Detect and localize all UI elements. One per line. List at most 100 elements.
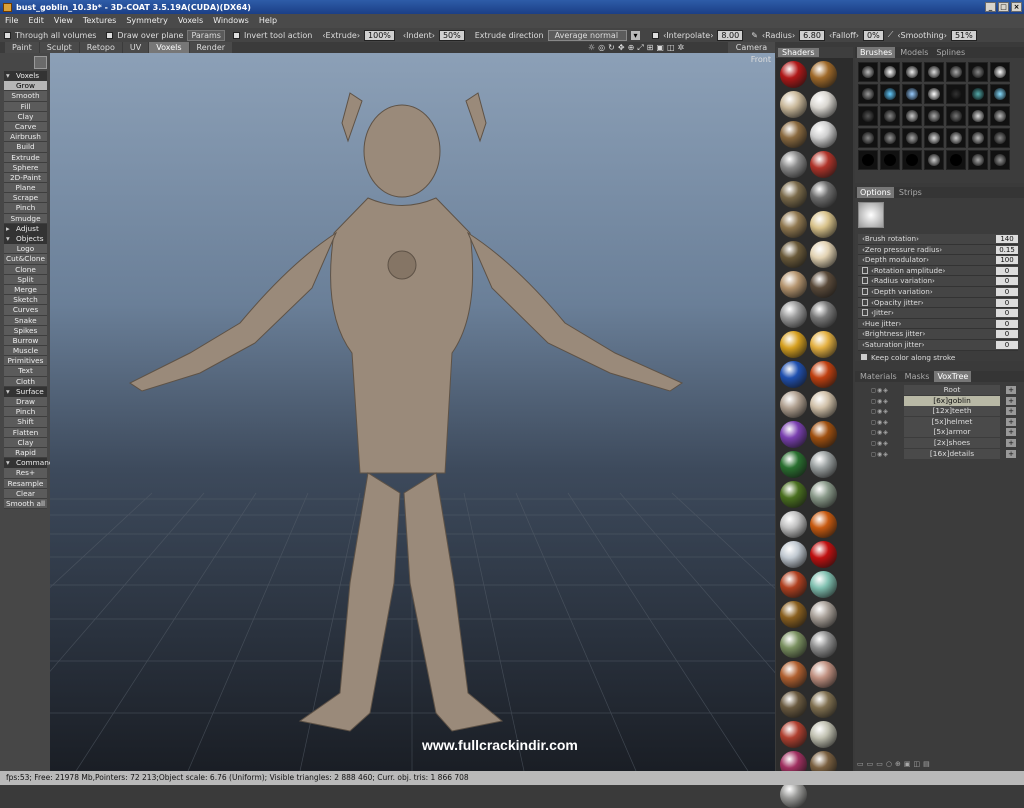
grid-icon[interactable]: ⊞	[647, 42, 654, 53]
camera-menu[interactable]: Camera	[728, 42, 775, 53]
option-value[interactable]: 0	[996, 298, 1018, 307]
brush-alpha[interactable]	[880, 150, 900, 170]
section-voxels[interactable]: Voxels	[4, 71, 47, 82]
light-icon[interactable]: ◎	[598, 42, 605, 53]
brush-alpha[interactable]	[946, 84, 966, 104]
add-volume-button[interactable]: +	[1006, 386, 1016, 394]
sun-icon[interactable]: ☼	[588, 42, 595, 53]
extrude-value[interactable]: 100%	[364, 29, 395, 41]
voxtree-node[interactable]: ◻◉◈ [16x]details +	[858, 448, 1022, 460]
brush-alpha[interactable]	[990, 84, 1010, 104]
invert-tool-action-checkbox[interactable]	[232, 31, 240, 39]
shader-swatch[interactable]	[810, 121, 837, 148]
tab-masks[interactable]: Masks	[902, 371, 933, 382]
option-value[interactable]: 0.15	[996, 245, 1018, 254]
tool-text[interactable]: Text	[4, 366, 47, 377]
brush-alpha[interactable]	[968, 84, 988, 104]
shader-swatch[interactable]	[810, 211, 837, 238]
tool-sketch[interactable]: Sketch	[4, 295, 47, 306]
lock-icon[interactable]	[862, 298, 868, 306]
shader-swatch[interactable]	[810, 421, 837, 448]
wire-icon[interactable]: ◫	[667, 42, 675, 53]
menu-view[interactable]: View	[54, 16, 73, 28]
add-volume-button[interactable]: +	[1006, 449, 1016, 458]
shader-swatch[interactable]	[780, 391, 807, 418]
lock-icon[interactable]	[862, 266, 868, 274]
tab-splines[interactable]: Splines	[933, 47, 968, 58]
shader-swatch[interactable]	[810, 391, 837, 418]
tab-voxels[interactable]: Voxels	[149, 42, 189, 53]
add-volume-button[interactable]: +	[1006, 438, 1016, 447]
brush-alpha-preview[interactable]	[858, 202, 884, 228]
tool-clay[interactable]: Clay	[4, 437, 47, 448]
tool-res-[interactable]: Res+	[4, 468, 47, 479]
tab-render[interactable]: Render	[189, 42, 233, 53]
voxtree-node[interactable]: ◻◉◈ Root +	[858, 385, 1022, 396]
tab-options[interactable]: Options	[857, 187, 894, 198]
smoothing-value[interactable]: 51%	[950, 29, 977, 41]
shader-swatch[interactable]	[810, 721, 837, 748]
tool-shift[interactable]: Shift	[4, 417, 47, 428]
shader-swatch[interactable]	[780, 661, 807, 688]
shader-swatch[interactable]	[780, 151, 807, 178]
brush-alpha[interactable]	[902, 62, 922, 82]
brush-alpha[interactable]	[858, 128, 878, 148]
brush-alpha[interactable]	[968, 106, 988, 126]
tool-clear[interactable]: Clear	[4, 488, 47, 499]
tool-airbrush[interactable]: Airbrush	[4, 132, 47, 143]
brush-alpha[interactable]	[924, 84, 944, 104]
tool-extrude[interactable]: Extrude	[4, 152, 47, 163]
shader-swatch[interactable]	[810, 91, 837, 118]
shader-swatch[interactable]	[780, 691, 807, 718]
tool-clone[interactable]: Clone	[4, 264, 47, 275]
tool-merge[interactable]: Merge	[4, 284, 47, 296]
tool-carve[interactable]: Carve	[4, 121, 47, 133]
brush-alpha[interactable]	[902, 150, 922, 170]
brush-alpha[interactable]	[858, 84, 878, 104]
voxtree-tool-icon[interactable]: ▭	[867, 760, 874, 768]
tool-smudge[interactable]: Smudge	[4, 213, 47, 224]
shader-swatch[interactable]	[810, 241, 837, 268]
visibility-icon[interactable]: ◻◉◈	[871, 397, 901, 405]
brush-alpha[interactable]	[990, 62, 1010, 82]
tool-burrow[interactable]: Burrow	[4, 335, 47, 347]
frame-icon[interactable]: ▣	[656, 42, 664, 53]
shader-swatch[interactable]	[810, 271, 837, 298]
shader-swatch[interactable]	[810, 691, 837, 718]
tool-build[interactable]: Build	[4, 142, 47, 153]
menu-voxels[interactable]: Voxels	[178, 16, 203, 28]
add-volume-button[interactable]: +	[1006, 396, 1016, 405]
tool-muscle[interactable]: Muscle	[4, 346, 47, 357]
option-value[interactable]: 100	[996, 256, 1018, 265]
settings-icon[interactable]: ✲	[678, 42, 685, 53]
shader-swatch[interactable]	[780, 631, 807, 658]
close-button[interactable]: ×	[1011, 2, 1022, 12]
tool-curves[interactable]: Curves	[4, 305, 47, 316]
falloff-value[interactable]: 0%	[863, 29, 884, 41]
voxtree-tool-icon[interactable]: ○	[886, 760, 892, 768]
move-icon[interactable]: ✥	[618, 42, 625, 53]
shader-swatch[interactable]	[810, 181, 837, 208]
brush-alpha[interactable]	[858, 62, 878, 82]
shader-swatch[interactable]	[780, 601, 807, 628]
brush-alpha[interactable]	[946, 106, 966, 126]
visibility-icon[interactable]: ◻◉◈	[871, 418, 901, 426]
add-volume-button[interactable]: +	[1006, 407, 1016, 416]
option-value[interactable]: 0	[996, 277, 1018, 286]
shader-swatch[interactable]	[810, 631, 837, 658]
menu-symmetry[interactable]: Symmetry	[126, 16, 167, 28]
tab-materials[interactable]: Materials	[857, 371, 900, 382]
visibility-icon[interactable]: ◻◉◈	[871, 428, 901, 436]
brush-alpha[interactable]	[880, 84, 900, 104]
tool-pinch[interactable]: Pinch	[4, 203, 47, 214]
brush-alpha[interactable]	[990, 128, 1010, 148]
lock-icon[interactable]	[862, 277, 868, 285]
lock-icon[interactable]	[862, 309, 868, 317]
option-value[interactable]: 0	[996, 340, 1018, 349]
draw-over-plane-checkbox[interactable]	[106, 31, 114, 39]
maximize-button[interactable]: □	[998, 2, 1009, 12]
indent-value[interactable]: 50%	[438, 29, 465, 41]
shader-swatch[interactable]	[780, 241, 807, 268]
interpolate-checkbox[interactable]	[652, 31, 660, 39]
tab-brushes[interactable]: Brushes	[857, 47, 896, 58]
